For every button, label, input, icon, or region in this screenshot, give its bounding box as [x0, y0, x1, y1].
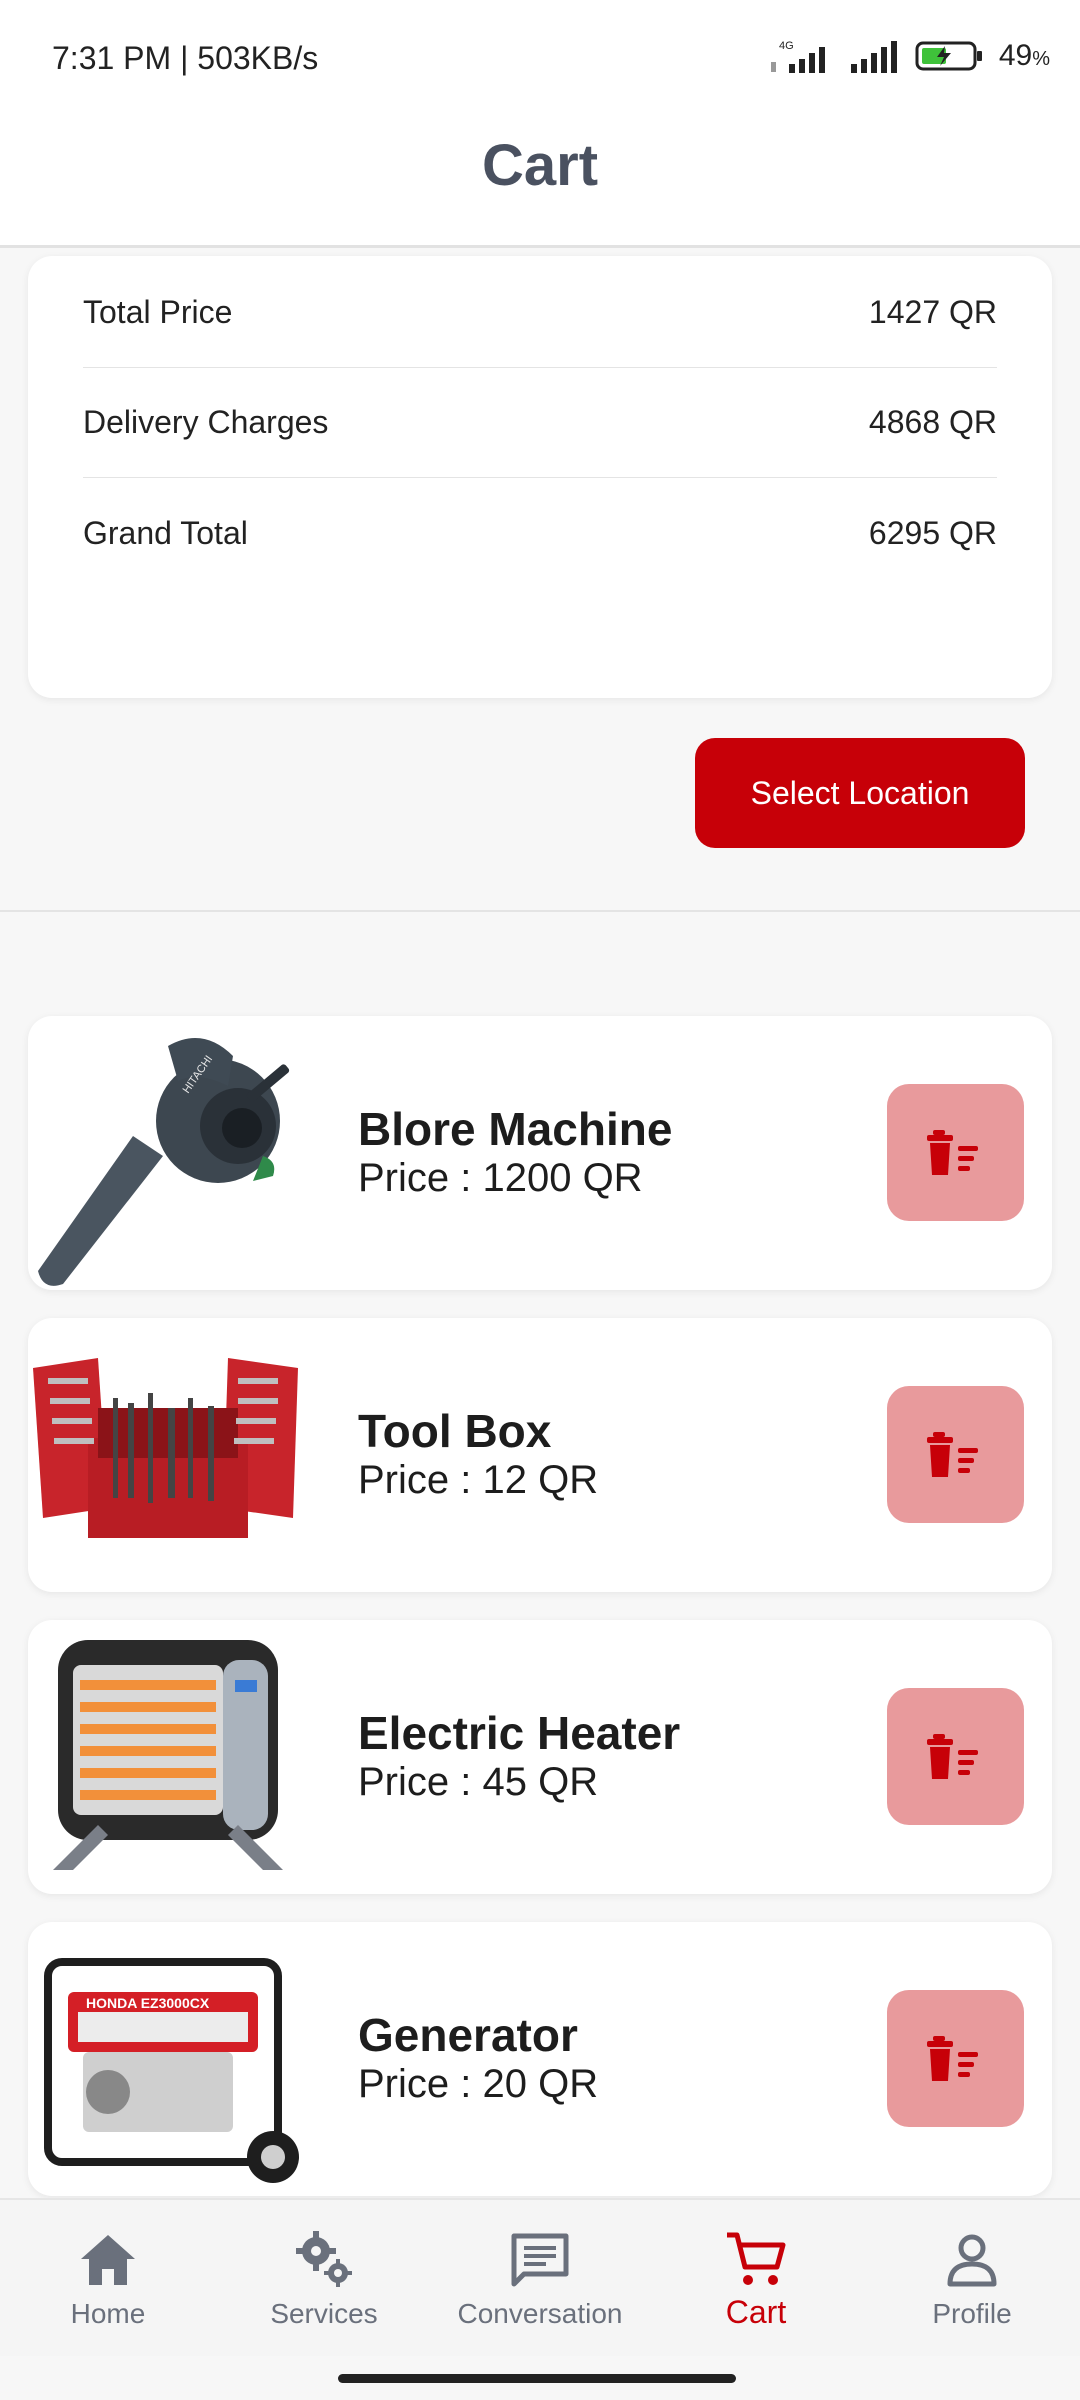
app-bar: Cart: [0, 120, 1080, 248]
trash-icon: [926, 1129, 978, 1175]
chat-icon: [511, 2233, 569, 2287]
status-bar: 7:31 PM | 503KB/s 4G 49%: [0, 0, 1080, 120]
home-icon: [81, 2235, 135, 2285]
nav-item-profile[interactable]: Profile: [864, 2200, 1080, 2358]
battery-level: 49%: [998, 39, 1050, 72]
delete-item-button[interactable]: [887, 1386, 1024, 1523]
cart-item-electric-heater: Electric Heater Price : 45 QR: [28, 1620, 1052, 1894]
blower-image: HITACHI: [38, 1038, 290, 1286]
summary-label: Grand Total: [83, 514, 248, 551]
delete-item-button[interactable]: [887, 1990, 1024, 2127]
nav-label: Profile: [932, 2298, 1012, 2329]
svg-text:HONDA EZ3000CX: HONDA EZ3000CX: [86, 1995, 210, 2011]
summary-value: 6295 QR: [868, 514, 997, 551]
summary-row-delivery-charges: Delivery Charges 4868 QR: [83, 368, 997, 478]
summary-label: Delivery Charges: [83, 404, 329, 440]
nav-label: Services: [270, 2298, 378, 2329]
cart-icon: [727, 2232, 786, 2285]
nav-label: Conversation: [457, 2298, 623, 2329]
nav-item-cart[interactable]: Cart: [648, 2200, 864, 2358]
summary-value: 4868 QR: [868, 404, 997, 440]
item-price: Price : 12 QR: [358, 1458, 599, 1502]
nav-item-conversation[interactable]: Conversation: [432, 2200, 648, 2358]
signal-icon: 4G: [770, 40, 825, 73]
nav-item-services[interactable]: Services: [216, 2200, 432, 2358]
item-name: Tool Box: [358, 1405, 552, 1457]
heater-image: [53, 1640, 283, 1870]
summary-row-total-price: Total Price 1427 QR: [83, 258, 997, 368]
cart-item-generator: HONDA EZ3000CX Generator Price : 20 QR: [28, 1922, 1052, 2196]
generator-image: HONDA EZ3000CX: [44, 1958, 299, 2183]
delete-item-button[interactable]: [887, 1688, 1024, 1825]
gears-icon: [296, 2231, 352, 2287]
summary-row-grand-total: Grand Total 6295 QR: [83, 478, 997, 588]
nav-label: Cart: [725, 2294, 787, 2330]
section-divider: [0, 910, 1080, 912]
item-name: Blore Machine: [358, 1103, 673, 1155]
person-icon: [947, 2234, 997, 2287]
toolbox-image: [33, 1358, 298, 1538]
nav-item-home[interactable]: Home: [0, 2200, 216, 2358]
battery-icon: [915, 41, 982, 71]
status-time: 7:31 PM | 503KB/s: [52, 40, 319, 76]
trash-icon: [926, 2035, 978, 2081]
summary-label: Total Price: [83, 294, 233, 330]
item-price: Price : 1200 QR: [358, 1156, 643, 1200]
home-indicator[interactable]: [338, 2374, 736, 2383]
signal-icon-2: [850, 41, 897, 73]
nav-label: Home: [70, 2298, 146, 2329]
price-summary-card: Total Price 1427 QR Delivery Charges 486…: [28, 256, 1052, 698]
trash-icon: [926, 1733, 978, 1779]
item-name: Generator: [358, 2009, 578, 2061]
page-title: Cart: [481, 133, 599, 198]
item-price: Price : 45 QR: [358, 1760, 599, 1804]
select-location-button[interactable]: Select Location: [695, 738, 1025, 848]
cart-item-blore-machine: HITACHI Blore Machine Price : 1200 QR: [28, 1016, 1052, 1290]
bottom-navigation: Home Services Conversation Cart Profile: [0, 2198, 1080, 2356]
cart-item-tool-box: Tool Box Price : 12 QR: [28, 1318, 1052, 1592]
svg-text:4G: 4G: [779, 40, 794, 52]
status-icons: 4G 49%: [769, 38, 1050, 74]
delete-item-button[interactable]: [887, 1084, 1024, 1221]
summary-value: 1427 QR: [868, 294, 997, 330]
trash-icon: [926, 1431, 978, 1477]
item-name: Electric Heater: [358, 1707, 681, 1759]
item-price: Price : 20 QR: [358, 2062, 599, 2106]
